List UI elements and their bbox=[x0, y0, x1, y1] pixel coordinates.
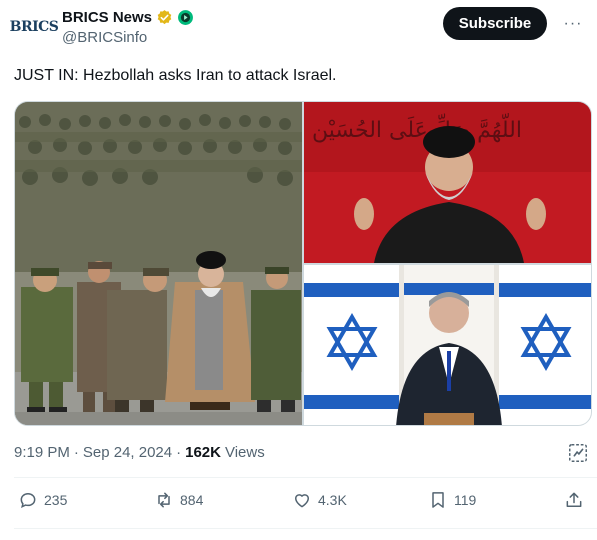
views-count: 162K bbox=[185, 444, 221, 461]
speaker-illustration: اللّهُمَّ صَلِّ عَلَى الحُسَيْن bbox=[304, 102, 591, 263]
media-photo-speaker-red-backdrop[interactable]: اللّهُمَّ صَلِّ عَلَى الحُسَيْن bbox=[304, 102, 591, 263]
subscribe-button[interactable]: Subscribe bbox=[443, 7, 547, 40]
leaders-salute-illustration bbox=[15, 102, 302, 425]
share-button[interactable] bbox=[564, 490, 584, 510]
tweet-text: JUST IN: Hezbollah asks Iran to attack I… bbox=[14, 67, 337, 84]
name-line: BRICS News bbox=[62, 9, 194, 26]
tweet-header: BRICS BRICS News @BRICSinfo Subscribe ··… bbox=[10, 6, 583, 50]
tweet-time[interactable]: 9:19 PM bbox=[14, 444, 70, 461]
share-icon bbox=[566, 492, 582, 507]
banner-calligraphy: اللّهُمَّ صَلِّ عَلَى الحُسَيْن bbox=[312, 113, 522, 143]
avatar-logo-text: BRICS bbox=[9, 19, 59, 35]
bookmark-count: 119 bbox=[454, 492, 477, 508]
like-count: 4.3K bbox=[318, 492, 347, 508]
account-avatar[interactable]: BRICS bbox=[10, 16, 59, 38]
divider bbox=[14, 528, 597, 529]
tweet-date[interactable]: Sep 24, 2024 bbox=[83, 444, 172, 461]
affiliate-badge-icon[interactable] bbox=[177, 9, 194, 26]
action-bar: 235 884 4.3K 119 bbox=[14, 490, 589, 518]
like-button[interactable]: 4.3K bbox=[292, 490, 347, 510]
bookmark-button[interactable]: 119 bbox=[428, 490, 476, 510]
bookmark-icon bbox=[432, 492, 444, 508]
reply-count: 235 bbox=[44, 492, 68, 508]
flags-speaker-illustration bbox=[304, 265, 591, 425]
reply-button[interactable]: 235 bbox=[18, 490, 67, 510]
grok-analytics-icon[interactable] bbox=[567, 442, 589, 464]
views-label: Views bbox=[224, 444, 265, 461]
divider bbox=[14, 477, 597, 478]
more-options-icon[interactable]: ··· bbox=[563, 14, 583, 34]
meta-separator: · bbox=[176, 444, 182, 461]
meta-separator: · bbox=[73, 444, 79, 461]
tweet-meta: 9:19 PM · Sep 24, 2024 · 162K Views bbox=[14, 444, 265, 461]
account-handle[interactable]: @BRICSinfo bbox=[62, 29, 147, 46]
repost-arrows-icon bbox=[158, 492, 170, 508]
speech-bubble-icon bbox=[20, 492, 36, 509]
verified-badge-icon[interactable] bbox=[156, 9, 173, 26]
display-name[interactable]: BRICS News bbox=[62, 9, 152, 26]
media-grid[interactable]: اللّهُمَّ صَلِّ عَلَى الحُسَيْن bbox=[14, 101, 592, 426]
heart-icon bbox=[295, 494, 309, 508]
repost-button[interactable]: 884 bbox=[154, 490, 203, 510]
media-photo-speaker-flags[interactable] bbox=[304, 265, 591, 425]
repost-count: 884 bbox=[180, 492, 204, 508]
media-photo-leaders-salute[interactable] bbox=[15, 102, 302, 425]
